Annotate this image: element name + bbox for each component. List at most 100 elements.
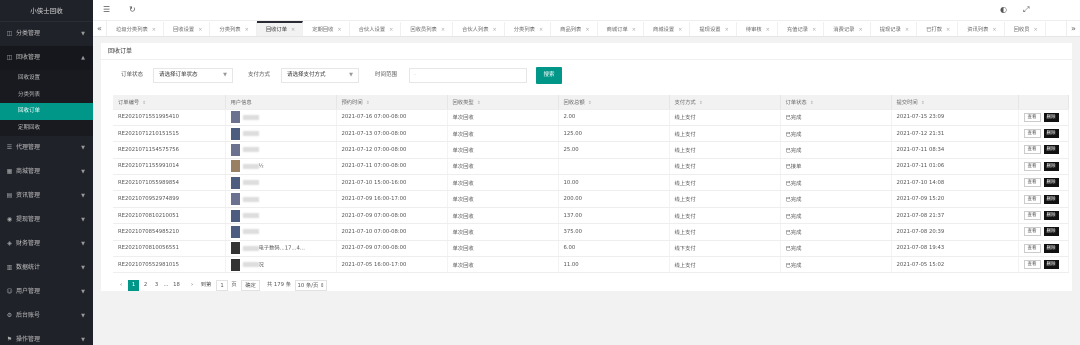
- sidebar-item-agent[interactable]: ☰ 代理管理 ▼: [0, 136, 93, 160]
- page-size-select[interactable]: 10 条/页 ⇕: [295, 280, 327, 291]
- close-icon[interactable]: ×: [389, 27, 393, 33]
- theme-icon[interactable]: ◐: [1000, 5, 1007, 14]
- refresh-icon[interactable]: ↻: [129, 5, 136, 14]
- close-icon[interactable]: ×: [539, 27, 543, 33]
- tab-item[interactable]: 回收设置 ×: [164, 22, 211, 36]
- delete-button[interactable]: 删除: [1043, 243, 1059, 253]
- sidebar-item-withdraw[interactable]: ◉ 提现管理 ▼: [0, 208, 93, 232]
- page-3[interactable]: 3: [152, 280, 161, 291]
- view-button[interactable]: 查看: [1023, 243, 1041, 253]
- close-icon[interactable]: ×: [812, 27, 816, 33]
- view-button[interactable]: 查看: [1023, 129, 1041, 139]
- sidebar-item-users[interactable]: ☺ 用户管理 ▼: [0, 280, 93, 304]
- view-button[interactable]: 查看: [1023, 145, 1041, 155]
- page-2[interactable]: 2: [141, 280, 150, 291]
- tab-item[interactable]: 回收员 ×: [1005, 22, 1046, 36]
- col-pay-method[interactable]: 支付方式 ⇕: [669, 95, 781, 110]
- close-icon[interactable]: ×: [632, 27, 636, 33]
- tab-scroll-left-icon[interactable]: «: [93, 21, 107, 36]
- sidebar-item-mall[interactable]: ▦ 商城管理 ▼: [0, 160, 93, 184]
- menu-toggle-icon[interactable]: ☰: [103, 5, 110, 14]
- close-icon[interactable]: ×: [291, 27, 295, 33]
- col-order-id[interactable]: 订单编号 ⇕: [113, 95, 226, 110]
- col-recycle-type[interactable]: 回收类型 ⇕: [447, 95, 559, 110]
- tab-item[interactable]: 分类列表 ×: [505, 22, 552, 36]
- goto-page-input[interactable]: 1: [216, 280, 228, 291]
- tab-item[interactable]: 充值记录 ×: [778, 22, 825, 36]
- delete-button[interactable]: 删除: [1043, 260, 1059, 270]
- view-button[interactable]: 查看: [1023, 211, 1041, 221]
- col-order-status[interactable]: 订单状态 ⇕: [780, 95, 892, 110]
- tab-scroll-right-icon[interactable]: »: [1066, 21, 1080, 36]
- tab-item[interactable]: 合伙人设置 ×: [350, 22, 402, 36]
- tab-item[interactable]: 商品列表 ×: [551, 22, 598, 36]
- status-select[interactable]: 请选择订单状态 ▼: [153, 68, 233, 83]
- tab-item[interactable]: 消费记录 ×: [824, 22, 871, 36]
- delete-button[interactable]: 删除: [1043, 145, 1059, 155]
- sidebar-subitem-scheduled-recycle[interactable]: 定期回收: [0, 120, 93, 137]
- view-button[interactable]: 查看: [1023, 227, 1041, 237]
- col-submit-time[interactable]: 提交时间 ⇕: [891, 95, 1019, 110]
- close-icon[interactable]: ×: [441, 27, 445, 33]
- sidebar-subitem-recycle-settings[interactable]: 回收设置: [0, 70, 93, 87]
- view-button[interactable]: 查看: [1023, 161, 1041, 171]
- tab-item[interactable]: 垃圾分类列表 ×: [107, 22, 164, 36]
- sidebar-item-finance[interactable]: ◈ 财务管理 ▼: [0, 232, 93, 256]
- delete-button[interactable]: 删除: [1043, 161, 1059, 171]
- sidebar-item-news[interactable]: ▤ 资讯管理 ▼: [0, 184, 93, 208]
- close-icon[interactable]: ×: [905, 27, 909, 33]
- tab-item[interactable]: 回收订单 ×: [256, 21, 304, 36]
- page-18[interactable]: 18: [171, 280, 182, 291]
- close-icon[interactable]: ×: [585, 27, 589, 33]
- close-icon[interactable]: ×: [245, 27, 249, 33]
- sidebar-item-recycle[interactable]: ◫ 回收管理 ▲: [0, 46, 93, 70]
- next-page-icon[interactable]: ›: [188, 280, 196, 291]
- close-icon[interactable]: ×: [678, 27, 682, 33]
- delete-button[interactable]: 删除: [1043, 194, 1059, 204]
- view-button[interactable]: 查看: [1023, 260, 1041, 270]
- col-appoint-time[interactable]: 预约时间 ⇕: [336, 95, 448, 110]
- view-button[interactable]: 查看: [1023, 194, 1041, 204]
- close-icon[interactable]: ×: [992, 27, 996, 33]
- close-icon[interactable]: ×: [1034, 27, 1038, 33]
- time-range-input[interactable]: -: [409, 68, 527, 83]
- tab-item[interactable]: 商城设置 ×: [644, 22, 691, 36]
- close-icon[interactable]: ×: [946, 27, 950, 33]
- delete-button[interactable]: 删除: [1043, 211, 1059, 221]
- tab-item[interactable]: 分类列表 ×: [210, 22, 257, 36]
- delete-button[interactable]: 删除: [1043, 112, 1059, 122]
- tab-item[interactable]: 资讯列表 ×: [958, 22, 1005, 36]
- fullscreen-icon[interactable]: ⤢: [1023, 5, 1029, 15]
- close-icon[interactable]: ×: [152, 27, 156, 33]
- sidebar-item-category[interactable]: ◫ 分类管理 ▼: [0, 22, 93, 46]
- close-icon[interactable]: ×: [725, 27, 729, 33]
- tab-item[interactable]: 提现设置 ×: [690, 22, 737, 36]
- tab-item[interactable]: 合伙人列表 ×: [453, 22, 505, 36]
- sidebar-subitem-recycle-orders[interactable]: 回收订单: [0, 103, 93, 120]
- sidebar-item-statistics[interactable]: ▥ 数据统计 ▼: [0, 256, 93, 280]
- tab-item[interactable]: 提现记录 ×: [871, 22, 918, 36]
- goto-confirm-button[interactable]: 确定: [241, 280, 260, 291]
- close-icon[interactable]: ×: [766, 27, 770, 33]
- prev-page-icon[interactable]: ‹: [117, 280, 125, 291]
- view-button[interactable]: 查看: [1023, 112, 1041, 122]
- close-icon[interactable]: ×: [337, 27, 341, 33]
- tab-item[interactable]: 定期回收 ×: [303, 22, 350, 36]
- search-button[interactable]: 搜索: [536, 67, 562, 84]
- tab-item[interactable]: 已打款 ×: [917, 22, 959, 36]
- tab-item[interactable]: 回收员列表 ×: [401, 22, 454, 36]
- page-1[interactable]: 1: [128, 280, 139, 291]
- sidebar-item-admin-accounts[interactable]: ⚙ 后台账号 ▼: [0, 304, 93, 328]
- close-icon[interactable]: ×: [493, 27, 497, 33]
- close-icon[interactable]: ×: [858, 27, 862, 33]
- sidebar-item-operations[interactable]: ⚑ 操作管理 ▼: [0, 328, 93, 345]
- delete-button[interactable]: 删除: [1043, 227, 1059, 237]
- tab-item[interactable]: 待审核 ×: [737, 22, 778, 36]
- view-button[interactable]: 查看: [1023, 178, 1041, 188]
- pay-select[interactable]: 请选择支付方式 ▼: [281, 68, 359, 83]
- delete-button[interactable]: 删除: [1043, 178, 1059, 188]
- col-amount[interactable]: 回收总额 ⇕: [558, 95, 670, 110]
- close-icon[interactable]: ×: [198, 27, 202, 33]
- delete-button[interactable]: 删除: [1043, 129, 1059, 139]
- tab-item[interactable]: 商城订单 ×: [598, 22, 644, 36]
